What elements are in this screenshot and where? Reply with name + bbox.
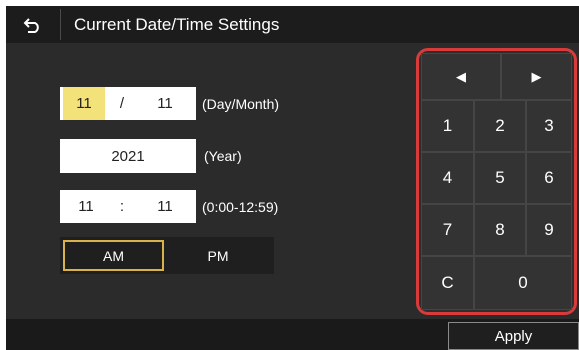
time-field[interactable]: 11 : 11 xyxy=(60,190,196,223)
year-input[interactable]: 2021 xyxy=(60,139,196,173)
back-arrow-icon xyxy=(23,17,39,33)
am-button[interactable]: AM xyxy=(63,240,164,271)
time-separator: : xyxy=(119,198,125,215)
bottom-bar: Apply xyxy=(6,319,579,350)
time-label: (0:00-12:59) xyxy=(202,199,279,215)
key-4[interactable]: 4 xyxy=(422,153,473,203)
numeric-keypad: ◀ ▶ 1 2 3 4 5 6 7 8 9 C 0 xyxy=(416,48,577,315)
month-input[interactable]: 11 xyxy=(140,87,190,120)
apply-button[interactable]: Apply xyxy=(448,322,579,350)
key-5[interactable]: 5 xyxy=(475,153,525,203)
key-1[interactable]: 1 xyxy=(422,101,473,151)
clear-button[interactable]: C xyxy=(422,257,473,309)
cursor-left-button[interactable]: ◀ xyxy=(422,54,500,99)
cursor-right-button[interactable]: ▶ xyxy=(502,54,571,99)
key-8[interactable]: 8 xyxy=(475,205,525,255)
ampm-toggle: AM PM xyxy=(60,237,274,274)
date-separator: / xyxy=(119,95,125,112)
key-6[interactable]: 6 xyxy=(527,153,571,203)
year-value: 2021 xyxy=(111,147,145,165)
year-label: (Year) xyxy=(204,148,242,164)
minute-value: 11 xyxy=(157,198,173,215)
key-7[interactable]: 7 xyxy=(422,205,473,255)
device-screen: Current Date/Time Settings 11 / 11 (Day/… xyxy=(6,6,579,350)
date-label: (Day/Month) xyxy=(202,96,280,112)
key-3[interactable]: 3 xyxy=(527,101,571,151)
key-0[interactable]: 0 xyxy=(475,257,571,309)
minute-input[interactable]: 11 xyxy=(140,190,190,223)
key-2[interactable]: 2 xyxy=(475,101,525,151)
hour-value: 11 xyxy=(78,198,94,215)
hour-input[interactable]: 11 xyxy=(66,190,106,223)
month-value: 11 xyxy=(157,95,173,112)
key-9[interactable]: 9 xyxy=(527,205,571,255)
back-button[interactable] xyxy=(6,6,60,43)
day-value: 11 xyxy=(76,95,92,112)
day-input[interactable]: 11 xyxy=(63,87,105,120)
pm-button[interactable]: PM xyxy=(168,240,268,271)
title-bar: Current Date/Time Settings xyxy=(6,6,579,43)
title-divider xyxy=(60,9,61,40)
date-field[interactable]: 11 / 11 xyxy=(60,87,196,120)
page-title: Current Date/Time Settings xyxy=(74,15,280,34)
